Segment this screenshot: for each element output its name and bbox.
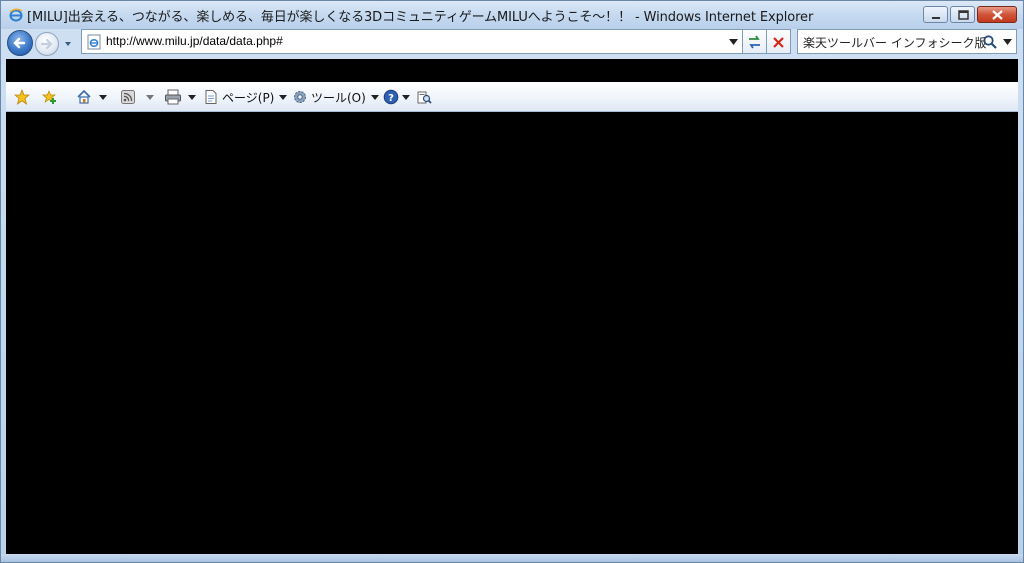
address-url: http://www.milu.jp/data/data.php# (106, 34, 283, 48)
tools-menu-button[interactable]: ツール(O) (292, 88, 381, 106)
search-provider-label: 楽天ツールバー インフォシーク版 (803, 36, 987, 50)
page-menu-button[interactable]: ページ(P) (203, 88, 289, 106)
home-icon (77, 89, 91, 104)
tools-menu-label: ツール(O) (311, 90, 366, 105)
close-button[interactable] (977, 6, 1017, 23)
feeds-button[interactable] (120, 88, 156, 106)
home-dropdown-icon[interactable] (97, 91, 109, 103)
search-icon[interactable] (982, 34, 998, 50)
feeds-dropdown-icon[interactable] (144, 91, 156, 103)
refresh-icon (749, 35, 760, 49)
history-dropdown-icon[interactable] (63, 39, 73, 49)
minimize-button[interactable] (923, 6, 948, 23)
close-icon (992, 10, 1003, 20)
stop-icon (773, 37, 784, 48)
printer-icon (165, 89, 181, 105)
add-favorite-icon (42, 90, 56, 104)
address-dropdown-icon[interactable] (729, 38, 738, 46)
print-dropdown-icon[interactable] (186, 91, 198, 103)
page-content[interactable] (6, 112, 1018, 554)
browser-window: [MILU]出会える、つながる、楽しめる、毎日が楽しくなる3Dコミュニティゲーム… (0, 0, 1024, 563)
ie-logo-icon (9, 8, 23, 22)
help-button[interactable]: ? (383, 88, 412, 106)
window-title: [MILU]出会える、つながる、楽しめる、毎日が楽しくなる3Dコミュニティゲーム… (27, 10, 814, 25)
home-button[interactable] (76, 88, 109, 106)
search-box[interactable]: 楽天ツールバー インフォシーク版 (797, 29, 1017, 54)
window-bottom-frame (1, 554, 1023, 562)
gear-icon (294, 91, 306, 103)
rss-feed-icon (121, 90, 135, 104)
restore-icon (958, 10, 969, 20)
back-arrow-icon (13, 37, 26, 49)
star-icon (14, 89, 30, 105)
toolbar-band (6, 59, 1018, 82)
page-favicon-icon (87, 34, 101, 50)
tools-dropdown-icon (370, 95, 379, 100)
maximize-button[interactable] (950, 6, 975, 23)
research-button[interactable] (416, 88, 432, 106)
favorites-center-button[interactable] (14, 88, 30, 106)
refresh-button[interactable] (743, 29, 767, 54)
forward-arrow-icon (40, 38, 53, 50)
back-button[interactable] (7, 30, 33, 56)
print-button[interactable] (164, 88, 198, 106)
title-bar: [MILU]出会える、つながる、楽しめる、毎日が楽しくなる3Dコミュニティゲーム… (1, 1, 1023, 29)
help-icon: ? (383, 89, 399, 105)
window-controls (921, 6, 1017, 23)
command-bar: ページ(P) ツール(O) ? (6, 82, 1018, 112)
address-bar[interactable]: http://www.milu.jp/data/data.php# (81, 29, 743, 54)
page-icon (205, 90, 217, 104)
add-to-favorites-button[interactable] (42, 88, 58, 106)
help-dropdown-icon (402, 95, 410, 100)
research-icon (417, 91, 432, 104)
forward-button[interactable] (35, 32, 59, 56)
stop-button[interactable] (767, 29, 791, 54)
page-dropdown-icon (279, 95, 288, 100)
minimize-icon (932, 17, 940, 19)
page-menu-label: ページ(P) (222, 90, 275, 105)
navigation-bar: http://www.milu.jp/data/data.php# 楽天ツールバ… (1, 29, 1023, 59)
search-dropdown-icon[interactable] (1003, 38, 1012, 46)
svg-text:?: ? (388, 93, 394, 104)
